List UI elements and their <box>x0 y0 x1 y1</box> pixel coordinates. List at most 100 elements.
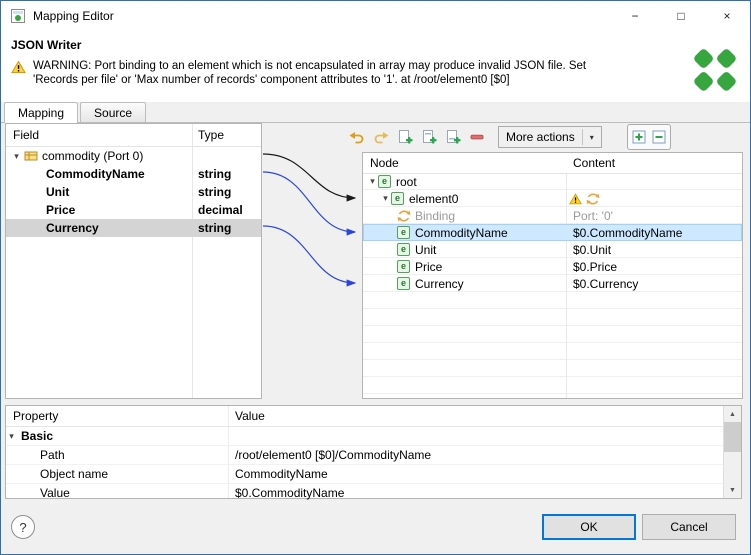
help-button[interactable]: ? <box>11 515 35 539</box>
node-content: $0.Unit <box>573 242 612 257</box>
node-content: $0.CommodityName <box>573 225 683 240</box>
binding-icon <box>397 209 411 223</box>
node-label: element0 <box>409 191 459 206</box>
close-button[interactable]: × <box>704 1 750 31</box>
node-row-selected[interactable]: e CommodityName $0.CommodityName <box>363 224 742 241</box>
scroll-up-icon[interactable]: ▲ <box>724 406 741 422</box>
tab-bar: Mapping Source <box>1 102 750 123</box>
maximize-button[interactable]: □ <box>658 1 704 31</box>
scrollbar-thumb[interactable] <box>724 422 741 452</box>
property-name: Value <box>40 486 70 500</box>
property-table-header: Property Value <box>6 406 741 427</box>
app-icon <box>10 8 26 24</box>
chevron-down-icon[interactable]: ▾ <box>380 193 391 204</box>
port-record-icon <box>24 149 38 163</box>
type-column-header[interactable]: Type <box>198 128 224 142</box>
field-row[interactable]: Unit string <box>6 183 261 201</box>
property-group-basic[interactable]: ▾ Basic <box>6 427 741 446</box>
field-row-selected[interactable]: Currency string <box>6 219 261 237</box>
field-name: Currency <box>46 221 99 235</box>
element-icon: e <box>397 260 410 273</box>
remove-button[interactable] <box>466 126 488 148</box>
expand-all-button[interactable] <box>629 127 649 147</box>
node-row[interactable]: e Price $0.Price <box>363 258 742 275</box>
field-mapping-arrow <box>262 225 357 287</box>
add-element-after-button[interactable] <box>442 126 464 148</box>
field-root-row[interactable]: ▾ commodity (Port 0) <box>6 147 261 165</box>
window-controls: − □ × <box>612 1 750 31</box>
node-label: Price <box>415 259 443 274</box>
tab-mapping[interactable]: Mapping <box>4 102 79 123</box>
node-row-binding[interactable]: Binding Port: '0' <box>363 207 742 224</box>
node-label: CommodityName <box>415 225 508 240</box>
scroll-down-icon[interactable]: ▼ <box>724 482 741 498</box>
add-element-before-button[interactable] <box>418 126 440 148</box>
field-mapping-arrow <box>262 171 357 236</box>
redo-button[interactable] <box>370 126 392 148</box>
undo-button[interactable] <box>346 126 368 148</box>
value-column-header[interactable]: Value <box>235 409 265 423</box>
add-child-element-button[interactable] <box>394 126 416 148</box>
element-icon: e <box>378 175 391 188</box>
binding-icon <box>586 193 600 204</box>
node-row[interactable]: e Unit $0.Unit <box>363 241 742 258</box>
chevron-down-icon[interactable]: ▾ <box>6 431 17 442</box>
cancel-button[interactable]: Cancel <box>642 514 736 540</box>
dialog-header: JSON Writer WARNING: Port binding to an … <box>1 31 750 102</box>
more-actions-button[interactable]: More actions ▾ <box>498 126 602 148</box>
property-value: CommodityName <box>235 467 328 481</box>
property-value: /root/element0 [$0]/CommodityName <box>235 448 432 462</box>
warning-icon <box>11 60 26 87</box>
element-icon: e <box>391 192 404 205</box>
property-value: $0.CommodityName <box>235 486 345 500</box>
node-row-element0[interactable]: ▾ e element0 <box>363 190 742 207</box>
node-content: $0.Currency <box>573 276 639 291</box>
warning-text: WARNING: Port binding to an element whic… <box>33 60 587 86</box>
node-label: root <box>396 174 417 189</box>
field-table-header: Field Type <box>6 124 261 147</box>
mapping-editor-window: Mapping Editor − □ × JSON Writer WARNING… <box>0 0 751 555</box>
field-row[interactable]: Price decimal <box>6 201 261 219</box>
field-name: CommodityName <box>46 167 145 181</box>
property-row-path[interactable]: Path /root/element0 [$0]/CommodityName <box>6 446 741 465</box>
property-name: Object name <box>40 467 109 481</box>
property-column-header[interactable]: Property <box>13 409 58 423</box>
element-icon: e <box>397 277 410 290</box>
property-group-label: Basic <box>21 429 54 443</box>
chevron-down-icon[interactable]: ▾ <box>11 151 22 162</box>
titlebar[interactable]: Mapping Editor − □ × <box>1 1 750 31</box>
node-rows: ▾ e root ▾ e element0 Binding Port: '0' <box>363 173 742 398</box>
port-binding-arrow <box>262 153 357 202</box>
field-root-label: commodity (Port 0) <box>42 149 144 163</box>
field-type: string <box>198 167 232 181</box>
chevron-down-icon[interactable]: ▾ <box>367 176 378 187</box>
element-icon: e <box>397 226 410 239</box>
field-table: Field Type ▾ commodity (Port 0) Commodit… <box>5 123 262 399</box>
tab-source[interactable]: Source <box>80 102 147 122</box>
collapse-all-button[interactable] <box>649 127 669 147</box>
scrollbar[interactable]: ▲ ▼ <box>723 406 741 498</box>
content-column-header[interactable]: Content <box>573 156 615 170</box>
property-row-value[interactable]: Value $0.CommodityName <box>6 484 741 503</box>
element0-status-icons <box>569 192 600 206</box>
dropdown-arrow-icon: ▾ <box>589 132 594 142</box>
field-name: Unit <box>46 185 70 199</box>
node-toolbar: More actions ▾ <box>346 124 743 150</box>
ok-button[interactable]: OK <box>542 514 636 540</box>
node-row[interactable]: e Currency $0.Currency <box>363 275 742 292</box>
node-label: Binding <box>415 208 456 223</box>
node-row-root[interactable]: ▾ e root <box>363 173 742 190</box>
more-actions-label: More actions <box>506 130 575 144</box>
property-row-object-name[interactable]: Object name CommodityName <box>6 465 741 484</box>
node-label: Unit <box>415 242 437 257</box>
field-type: decimal <box>198 203 243 217</box>
minimize-button[interactable]: − <box>612 1 658 31</box>
property-table: Property Value ▾ Basic Path /root/elemen… <box>5 405 742 503</box>
node-label: Currency <box>415 276 464 291</box>
field-name: Price <box>46 203 76 217</box>
node-column-header[interactable]: Node <box>370 156 399 170</box>
field-column-header[interactable]: Field <box>13 128 39 142</box>
field-row[interactable]: CommodityName string <box>6 165 261 183</box>
clover-logo <box>688 43 742 97</box>
element-icon: e <box>397 243 410 256</box>
